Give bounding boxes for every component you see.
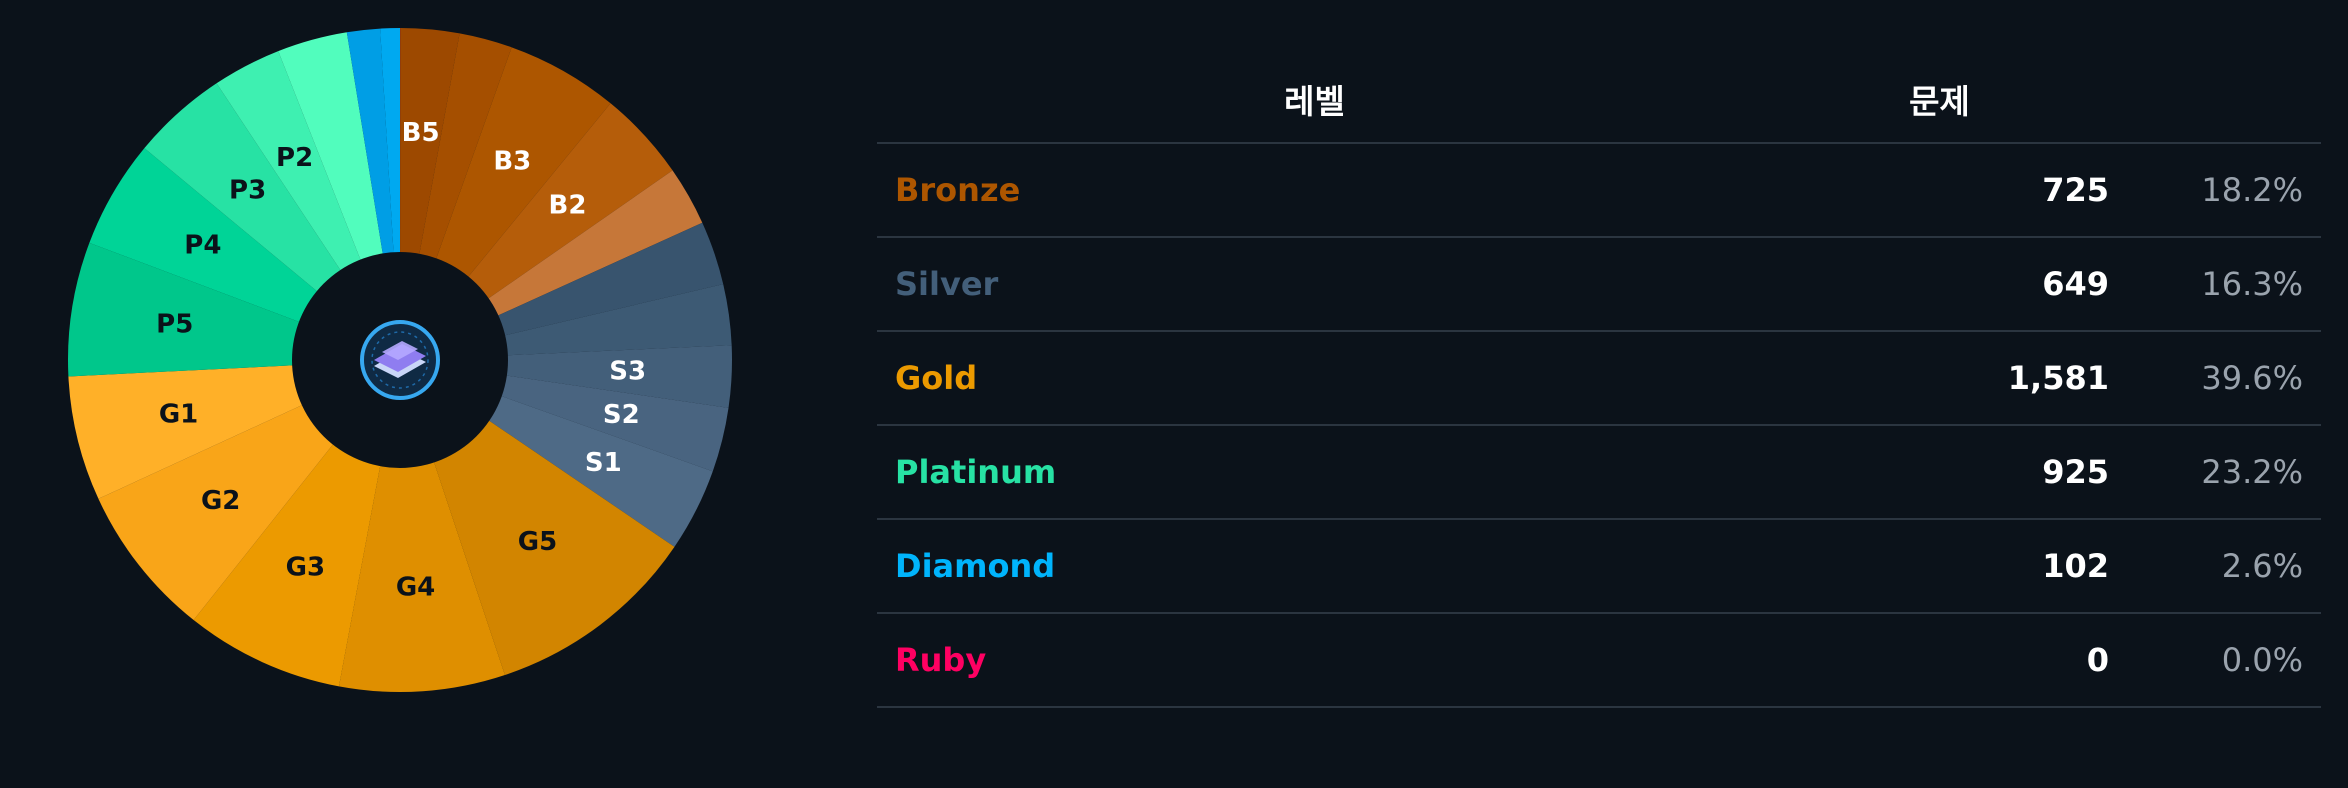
- slice-label-s1: S1: [585, 448, 622, 478]
- slice-label-g4: G4: [396, 572, 435, 602]
- table-row[interactable]: Silver 649 16.3%: [877, 237, 2321, 332]
- tier-count: 925: [1752, 425, 2127, 520]
- table-header-row: 레벨 문제: [877, 56, 2321, 144]
- tier-percent: 39.6%: [2127, 331, 2321, 426]
- level-distribution-donut-chart: B5 B3 B2 S3 S2 S1 G5 G4 G3 G2 G1 P5 P4 P3 P2: [67, 28, 732, 693]
- tier-name: Platinum: [877, 425, 1752, 520]
- slice-label-s3: S3: [609, 356, 646, 386]
- slice-label-g3: G3: [286, 552, 325, 582]
- header-level: 레벨: [877, 56, 1752, 144]
- table-row[interactable]: Diamond 102 2.6%: [877, 519, 2321, 614]
- slice-label-b5: B5: [402, 118, 440, 148]
- tier-name: Gold: [877, 331, 1752, 426]
- slice-label-g5: G5: [518, 527, 557, 557]
- slice-label-p5: P5: [156, 310, 193, 340]
- slice-label-p2: P2: [276, 143, 313, 173]
- tier-count: 649: [1752, 237, 2127, 332]
- tier-name: Bronze: [877, 143, 1752, 238]
- slice-label-g1: G1: [159, 399, 198, 429]
- table-row[interactable]: Bronze 725 18.2%: [877, 143, 2321, 238]
- tier-count: 0: [1752, 613, 2127, 708]
- tier-count: 1,581: [1752, 331, 2127, 426]
- tier-percent: 0.0%: [2127, 613, 2321, 708]
- tier-name: Ruby: [877, 613, 1752, 708]
- table-row[interactable]: Gold 1,581 39.6%: [877, 331, 2321, 426]
- tier-count: 725: [1752, 143, 2127, 238]
- slice-label-s2: S2: [603, 400, 640, 430]
- tier-percent: 18.2%: [2127, 143, 2321, 238]
- level-table: 레벨 문제 Bronze 725 18.2% Silver 649 16.3% …: [877, 56, 2321, 708]
- tier-percent: 23.2%: [2127, 425, 2321, 520]
- header-percent: [2127, 56, 2321, 144]
- header-count: 문제: [1752, 56, 2127, 144]
- slice-label-b2: B2: [549, 190, 587, 220]
- tier-percent: 16.3%: [2127, 237, 2321, 332]
- slice-label-g2: G2: [201, 486, 240, 516]
- tier-percent: 2.6%: [2127, 519, 2321, 614]
- level-badge-icon: [360, 320, 440, 400]
- slice-label-b3: B3: [493, 147, 531, 177]
- tier-count: 102: [1752, 519, 2127, 614]
- tier-name: Silver: [877, 237, 1752, 332]
- slice-label-p3: P3: [229, 175, 266, 205]
- table-row[interactable]: Platinum 925 23.2%: [877, 425, 2321, 520]
- table-row[interactable]: Ruby 0 0.0%: [877, 613, 2321, 708]
- slice-label-p4: P4: [184, 230, 221, 260]
- tier-name: Diamond: [877, 519, 1752, 614]
